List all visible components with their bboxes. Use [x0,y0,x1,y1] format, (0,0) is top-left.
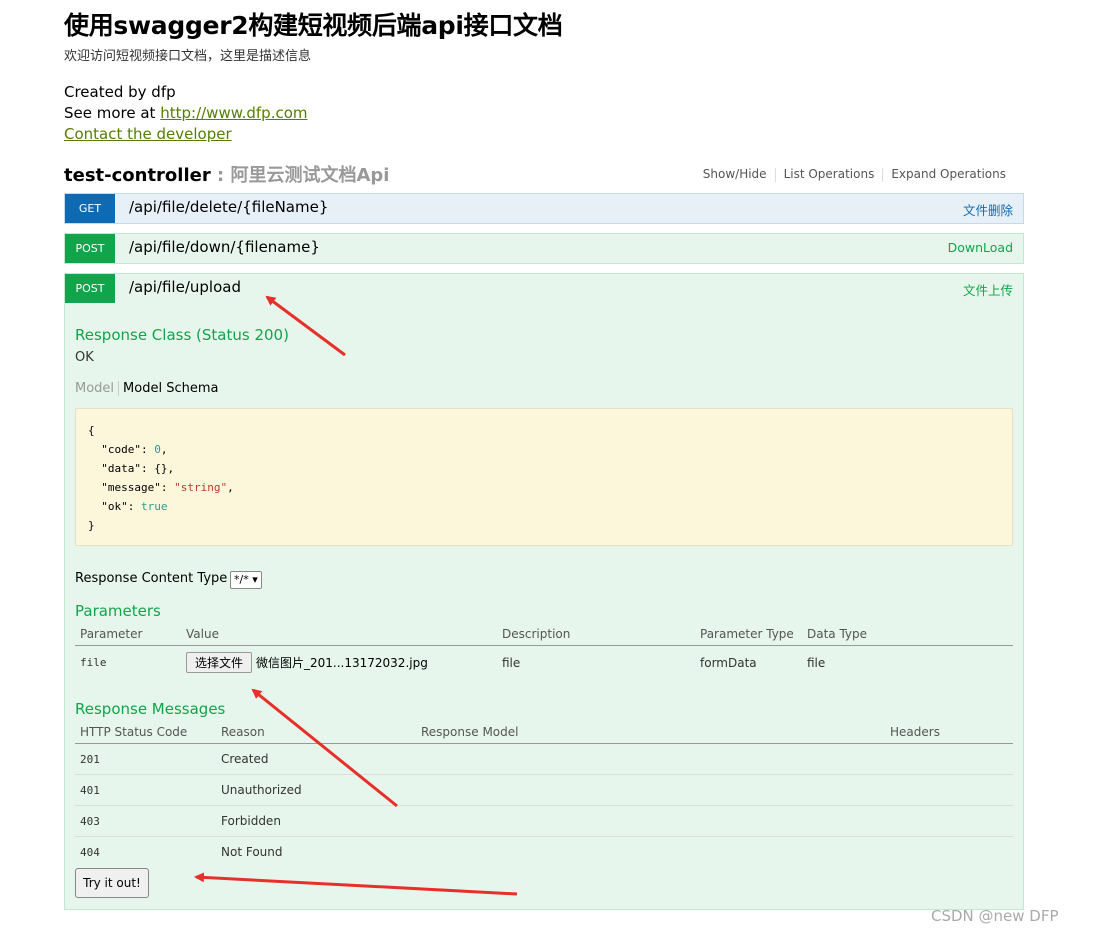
swagger-page: 使用swagger2构建短视频后端api接口文档 欢迎访问短视频接口文档，这里是… [0,0,1093,934]
arrow-to-choose-file [251,688,398,808]
annotation-arrows [194,295,518,896]
watermark: CSDN @new DFP [931,907,1059,925]
arrow-to-try-button [194,872,518,896]
arrow-to-upload-path [265,295,346,357]
